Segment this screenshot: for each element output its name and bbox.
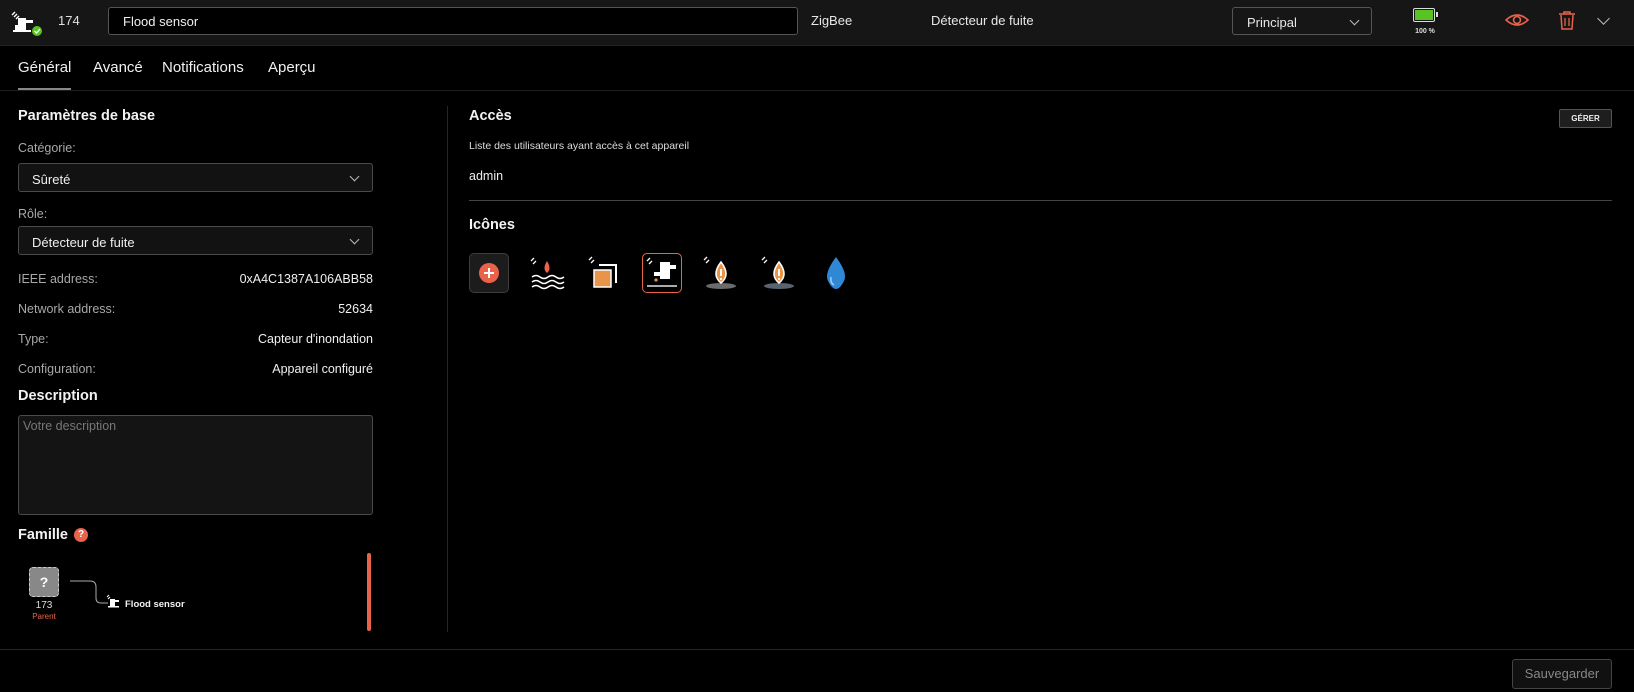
basic-settings-title: Paramètres de base (18, 108, 156, 124)
help-icon[interactable]: ? (74, 528, 88, 542)
user-item: admin (469, 169, 504, 183)
trash-icon[interactable] (1558, 10, 1576, 33)
water-drop-icon[interactable] (816, 253, 856, 293)
eye-icon[interactable] (1504, 11, 1530, 32)
description-title: Description (18, 388, 98, 404)
role-select-value: Détecteur de fuite (32, 235, 135, 250)
water-waves-icon[interactable] (527, 253, 567, 293)
battery-level: 100 % (1415, 28, 1435, 35)
device-header: 174 ZigBee Détecteur de fuite Principal … (0, 0, 1634, 46)
drop-puddle-icon[interactable] (700, 253, 740, 293)
chevron-down-icon (1349, 15, 1360, 26)
chevron-down-icon (349, 171, 360, 182)
battery-icon (1413, 8, 1438, 22)
category-label: Catégorie: (18, 141, 76, 155)
device-name-input[interactable] (108, 7, 798, 35)
network-address-label: Network address: (18, 302, 116, 316)
access-description: Liste des utilisateurs ayant accès à cet… (469, 140, 690, 152)
parent-id: 173 (35, 600, 53, 611)
configuration-value: Appareil configuré (272, 362, 373, 376)
parent-device-icon[interactable]: ? (29, 567, 59, 597)
chevron-down-icon[interactable] (1597, 12, 1610, 25)
add-icon-button[interactable] (469, 253, 509, 293)
device-icon (10, 9, 42, 37)
manage-access-button[interactable]: GÉRER (1559, 109, 1612, 128)
tab-notifications[interactable]: Notifications (162, 59, 244, 76)
protocol-label: ZigBee (811, 13, 853, 28)
child-device-name[interactable]: Flood sensor (125, 599, 185, 610)
scrollbar[interactable] (367, 553, 371, 631)
configuration-label: Configuration: (18, 362, 96, 376)
access-title: Accès (469, 108, 512, 124)
device-role-label: Détecteur de fuite (931, 13, 1034, 28)
description-input[interactable] (18, 415, 373, 515)
tab-preview[interactable]: Aperçu (268, 59, 316, 76)
faucet-leak-icon[interactable] (642, 253, 682, 293)
ieee-address-label: IEEE address: (18, 272, 98, 286)
category-select-value: Sûreté (32, 172, 71, 187)
parent-label: Parent (32, 612, 56, 621)
zone-select-value: Principal (1247, 15, 1297, 30)
battery-fill (1415, 10, 1433, 20)
icons-title: Icônes (469, 217, 515, 233)
tab-advanced[interactable]: Avancé (93, 59, 143, 76)
child-device-icon (106, 594, 122, 613)
ieee-address-value: 0xA4C1387A106ABB58 (239, 272, 373, 286)
category-select[interactable]: Sûreté (18, 163, 373, 192)
type-label: Type: (18, 332, 49, 346)
drop-puddle-alt-icon[interactable] (758, 253, 798, 293)
device-id: 174 (58, 13, 80, 28)
tab-general[interactable]: Général (18, 59, 71, 76)
role-select[interactable]: Détecteur de fuite (18, 226, 373, 255)
status-ok-icon (32, 26, 42, 36)
network-address-value: 52634 (338, 302, 373, 316)
zone-select[interactable]: Principal (1232, 7, 1372, 35)
family-title: Famille (18, 527, 68, 543)
add-icon (479, 263, 499, 283)
square-sensor-icon[interactable] (585, 253, 625, 293)
type-value: Capteur d'inondation (258, 332, 373, 346)
role-label: Rôle: (18, 207, 48, 221)
chevron-down-icon (349, 234, 360, 245)
save-button[interactable]: Sauvegarder (1512, 659, 1612, 689)
